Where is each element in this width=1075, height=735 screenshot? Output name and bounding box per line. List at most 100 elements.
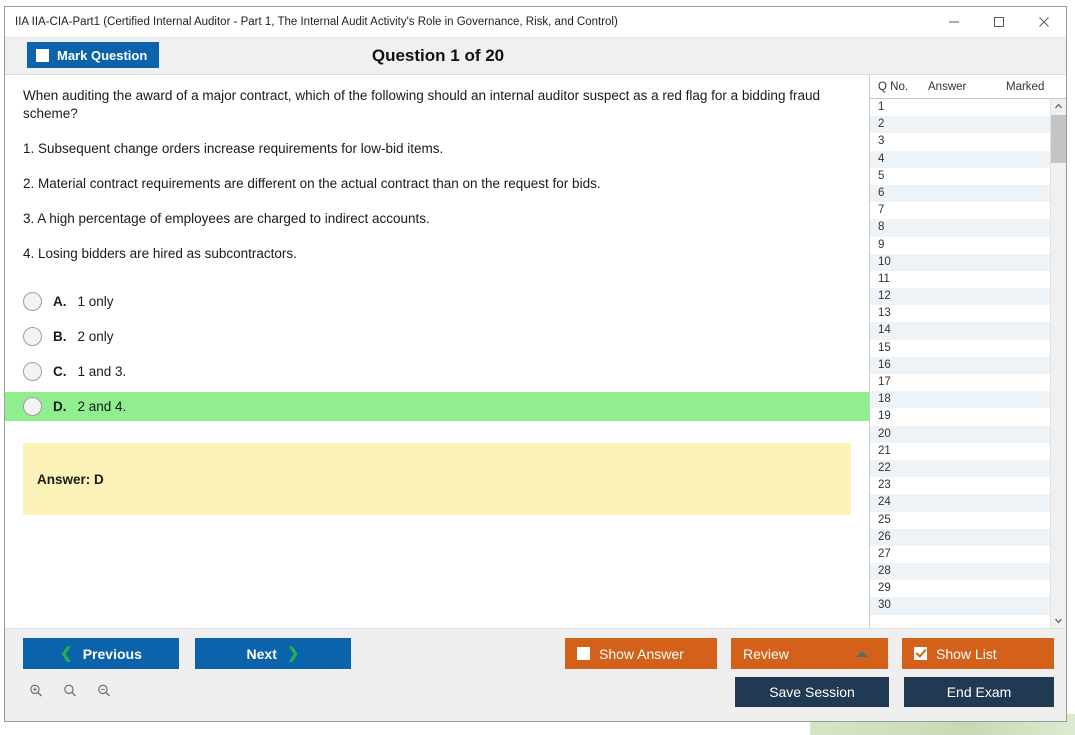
row-q-no: 10 [878, 255, 891, 268]
header-marked: Marked [1006, 81, 1045, 93]
option-d[interactable]: D. 2 and 4. [5, 392, 869, 421]
row-marked [995, 340, 1050, 357]
radio-icon-a[interactable] [23, 292, 42, 311]
row-q-no: 21 [878, 444, 891, 457]
question-list-row[interactable]: 25 [870, 512, 1050, 529]
row-q-no: 8 [878, 221, 885, 234]
row-answer [924, 460, 995, 477]
row-answer [924, 512, 995, 529]
end-exam-label: End Exam [946, 684, 1012, 700]
previous-button[interactable]: ❮ Previous [23, 638, 179, 669]
statement-2: 2. Material contract requirements are di… [23, 176, 601, 191]
question-list-row[interactable]: 5 [870, 168, 1050, 185]
option-c[interactable]: C. 1 and 3. [5, 357, 869, 386]
row-marked [995, 374, 1050, 391]
row-answer [924, 408, 995, 425]
row-marked [995, 391, 1050, 408]
question-list-row[interactable]: 3 [870, 133, 1050, 150]
minimize-icon[interactable] [931, 7, 976, 37]
radio-icon-b[interactable] [23, 327, 42, 346]
question-list-row[interactable]: 30 [870, 597, 1050, 615]
question-list-scrollbar[interactable] [1050, 99, 1066, 628]
question-list-row[interactable]: 4 [870, 150, 1050, 168]
row-answer [924, 597, 995, 614]
previous-label: Previous [82, 645, 142, 662]
next-label: Next [246, 645, 277, 662]
row-q-no: 3 [878, 135, 885, 148]
question-list-row[interactable]: 15 [870, 340, 1050, 357]
window-title: IIA IIA-CIA-Part1 (Certified Internal Au… [15, 16, 618, 28]
row-answer [924, 271, 995, 288]
review-dropdown-button[interactable]: Review [731, 638, 888, 669]
show-list-button[interactable]: Show List [902, 638, 1054, 669]
app-root: IIA IIA-CIA-Part1 (Certified Internal Au… [0, 0, 1075, 735]
answer-panel: Answer: D [23, 443, 851, 515]
row-marked [995, 305, 1050, 322]
question-list-row[interactable]: 9 [870, 237, 1050, 254]
zoom-in-icon[interactable] [23, 677, 49, 703]
option-a[interactable]: A. 1 only [5, 287, 869, 316]
row-answer [924, 254, 995, 271]
question-list-row[interactable]: 26 [870, 528, 1050, 546]
question-list-row[interactable]: 24 [870, 494, 1050, 512]
row-answer [924, 168, 995, 185]
question-list-row[interactable]: 14 [870, 322, 1050, 340]
question-list-row[interactable]: 7 [870, 202, 1050, 219]
question-list-row[interactable]: 13 [870, 305, 1050, 322]
question-list-row[interactable]: 6 [870, 184, 1050, 203]
zoom-reset-icon[interactable] [57, 677, 83, 703]
row-q-no: 16 [878, 358, 891, 371]
question-list-row[interactable]: 17 [870, 374, 1050, 391]
question-list-row[interactable]: 20 [870, 425, 1050, 443]
scroll-up-icon[interactable] [1051, 99, 1066, 114]
show-answer-button[interactable]: Show Answer [565, 638, 717, 669]
question-list-row[interactable]: 10 [870, 253, 1050, 271]
question-list-row[interactable]: 19 [870, 408, 1050, 425]
row-answer [924, 202, 995, 219]
mark-question-button[interactable]: Mark Question [27, 42, 160, 68]
question-content: When auditing the award of a major contr… [5, 75, 869, 628]
question-list-row[interactable]: 16 [870, 356, 1050, 374]
option-b[interactable]: B. 2 only [5, 322, 869, 351]
row-answer [924, 374, 995, 391]
radio-icon-c[interactable] [23, 362, 42, 381]
scrollbar-thumb[interactable] [1051, 115, 1066, 163]
row-answer [924, 443, 995, 460]
row-answer [924, 116, 995, 133]
row-q-no: 5 [878, 169, 885, 182]
question-list-row[interactable]: 28 [870, 563, 1050, 581]
question-list-row[interactable]: 22 [870, 459, 1050, 478]
show-list-label: Show List [936, 645, 997, 662]
question-list-row[interactable]: 18 [870, 391, 1050, 409]
question-list-row[interactable]: 21 [870, 443, 1050, 460]
next-button[interactable]: Next ❯ [195, 638, 351, 669]
row-answer [924, 357, 995, 374]
row-marked [995, 546, 1050, 563]
question-list-row[interactable]: 1 [870, 99, 1050, 116]
zoom-out-icon[interactable] [91, 677, 117, 703]
show-answer-label: Show Answer [599, 645, 684, 662]
footer-toolbar: ❮ Previous Next ❯ Show Answer Review Sho… [5, 628, 1066, 721]
radio-icon-d[interactable] [23, 397, 42, 416]
row-marked [995, 357, 1050, 374]
end-exam-button[interactable]: End Exam [904, 677, 1054, 707]
option-c-text: 1 and 3. [77, 364, 127, 379]
row-marked [995, 202, 1050, 219]
save-session-button[interactable]: Save Session [735, 677, 889, 707]
question-list-row[interactable]: 11 [870, 271, 1050, 288]
row-marked [995, 237, 1050, 254]
close-icon[interactable] [1021, 7, 1066, 37]
question-list-row[interactable]: 2 [870, 116, 1050, 134]
question-list-row[interactable]: 12 [870, 288, 1050, 306]
question-list-row[interactable]: 29 [870, 580, 1050, 597]
question-list-rows: 1 2 3 4 5 6 7 8 9 10 11 12 13 14 15 16 17 18 19 20 21 22 23 24 2… [870, 99, 1050, 628]
row-marked [995, 168, 1050, 185]
question-list-row[interactable]: 8 [870, 219, 1050, 237]
question-list-row[interactable]: 27 [870, 546, 1050, 563]
chevron-left-icon: ❮ [60, 645, 73, 662]
row-marked [995, 151, 1050, 168]
row-q-no: 20 [878, 427, 891, 440]
maximize-icon[interactable] [976, 7, 1021, 37]
question-list-row[interactable]: 23 [870, 477, 1050, 494]
scroll-down-icon[interactable] [1051, 613, 1066, 628]
